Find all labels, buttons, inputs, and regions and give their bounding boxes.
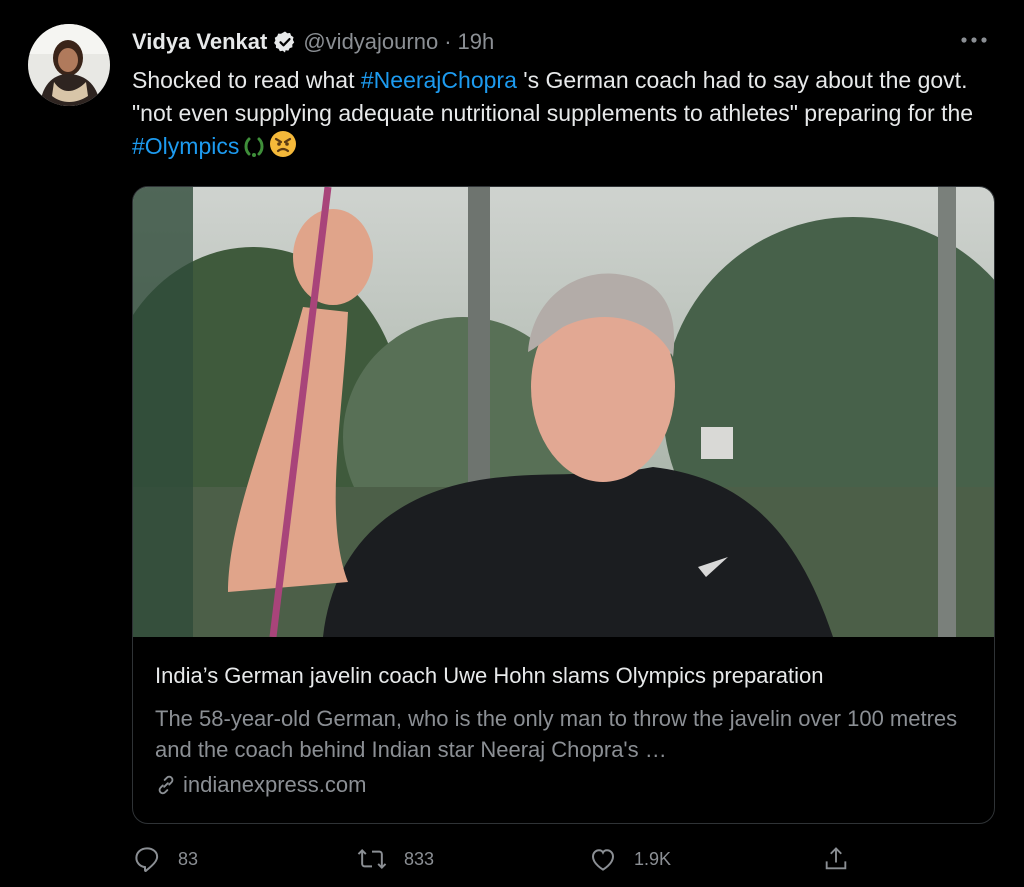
header-separator: ·	[444, 29, 452, 54]
author-handle[interactable]: @vidyajourno	[303, 29, 438, 55]
reply-icon	[135, 847, 159, 872]
card-image[interactable]	[133, 187, 994, 637]
tweet-text: Shocked to read what #NeerajChopra 's Ge…	[132, 64, 992, 167]
laurel-wreath-icon	[243, 134, 265, 167]
tweet-text-part1: Shocked to read what	[132, 67, 361, 93]
retweet-count: 833	[404, 848, 435, 869]
heart-icon	[591, 849, 615, 871]
card-domain[interactable]: indianexpress.com	[155, 772, 366, 798]
author-name[interactable]: Vidya Venkat	[132, 29, 267, 55]
like-button[interactable]: 1.9K	[588, 844, 671, 874]
verified-badge-icon	[273, 30, 297, 54]
reply-count: 83	[178, 848, 199, 869]
link-icon	[158, 775, 174, 795]
retweet-icon	[357, 848, 387, 870]
share-button[interactable]	[822, 844, 866, 874]
more-options-icon[interactable]	[956, 26, 992, 54]
hashtag-link[interactable]: #NeerajChopra	[361, 67, 517, 93]
timestamp[interactable]: 19h	[458, 29, 495, 55]
link-preview-card[interactable]: India’s German javelin coach Uwe Hohn sl…	[132, 186, 995, 824]
retweet-button[interactable]: 833	[356, 844, 434, 874]
reply-button[interactable]: 83	[132, 844, 198, 874]
card-title[interactable]: India’s German javelin coach Uwe Hohn sl…	[155, 663, 975, 689]
tweet-actions: 83 833 1.9K	[132, 844, 862, 876]
hashtag-link[interactable]: #Olympics	[132, 133, 239, 159]
avatar[interactable]	[28, 24, 110, 106]
angry-face-icon	[269, 130, 297, 167]
share-icon	[825, 847, 847, 870]
avatar-image	[28, 24, 110, 106]
card-description: The 58-year-old German, who is the only …	[155, 706, 958, 762]
tweet-header: Vidya Venkat @vidyajourno · 19h	[132, 26, 494, 58]
card-domain-text: indianexpress.com	[183, 772, 367, 797]
like-count: 1.9K	[634, 848, 672, 869]
tweet[interactable]: Vidya Venkat @vidyajourno · 19h Shocked …	[0, 0, 1024, 887]
